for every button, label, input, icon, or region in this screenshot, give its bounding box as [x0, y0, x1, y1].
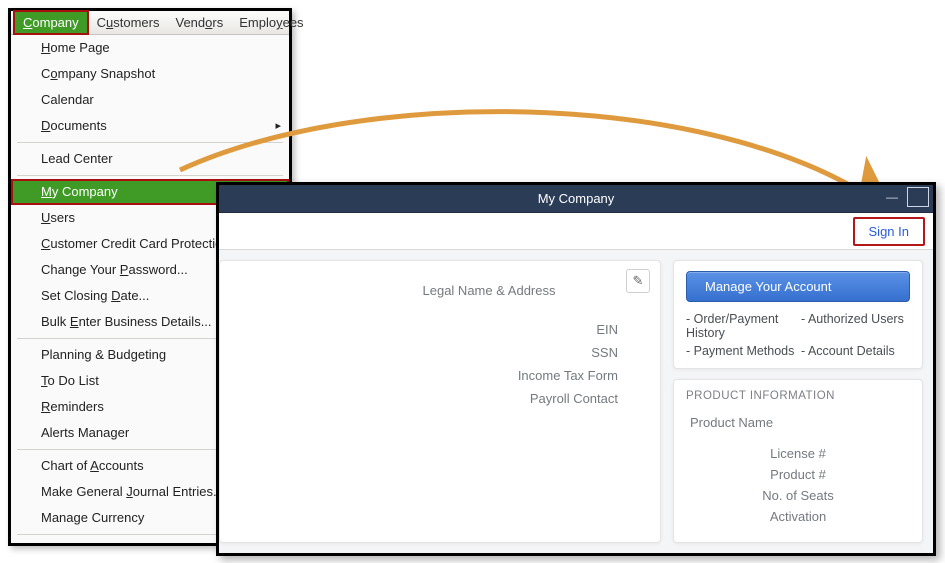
product-name-label: Product Name — [686, 412, 910, 433]
menu-vendors[interactable]: Vendors — [168, 12, 232, 33]
menu-company[interactable]: Company — [13, 10, 89, 35]
sign-in-button[interactable]: Sign In — [853, 217, 925, 246]
edit-icon[interactable]: ✎ — [626, 269, 650, 293]
manage-account-card: Manage Your Account Order/Payment Histor… — [673, 260, 923, 369]
company-details-panel: ✎ Legal Name & Address EIN SSN Income Tax … — [219, 260, 661, 543]
manage-your-account-button[interactable]: Manage Your Account — [686, 271, 910, 302]
toolbar: Sign In — [219, 213, 933, 250]
account-link-payment-methods[interactable]: Payment Methods — [686, 344, 795, 358]
field-label-ssn: SSN — [340, 345, 638, 360]
field-label-ein: EIN — [340, 322, 638, 337]
menu-customers[interactable]: Customers — [89, 12, 168, 33]
menu-item-lead-center[interactable]: Lead Center — [11, 146, 289, 172]
menu-employees[interactable]: Employees — [231, 12, 311, 33]
product-info-product-: Product # — [686, 464, 910, 485]
menu-separator — [17, 142, 283, 143]
menu-item-documents[interactable]: Documents — [11, 113, 289, 139]
product-info-no-of-seats: No. of Seats — [686, 485, 910, 506]
menubar: CompanyCustomersVendorsEmployees — [11, 11, 289, 35]
menu-separator — [17, 175, 283, 176]
product-info-activation: Activation — [686, 506, 910, 527]
minimize-button[interactable]: — — [881, 187, 903, 207]
account-links: Order/Payment HistoryAuthorized Users Pay… — [686, 312, 910, 358]
account-link-order-payment-history[interactable]: Order/Payment History — [686, 312, 795, 340]
field-label-payroll-contact: Payroll Contact — [340, 391, 638, 406]
product-info-license-: License # — [686, 443, 910, 464]
product-info-card: PRODUCT INFORMATION Product Name License… — [673, 379, 923, 543]
menu-item-calendar[interactable]: Calendar — [11, 87, 289, 113]
product-info-heading: PRODUCT INFORMATION — [686, 390, 910, 402]
window-title: My Company — [538, 191, 615, 206]
menu-item-home-page[interactable]: Home Page — [11, 35, 289, 61]
window-controls: — — [881, 187, 929, 207]
right-column: Manage Your Account Order/Payment Histor… — [673, 260, 923, 543]
window-body: ✎ Legal Name & Address EIN SSN Income Tax … — [219, 250, 933, 553]
account-link-authorized-users[interactable]: Authorized Users — [801, 312, 910, 340]
field-label-income-tax-form: Income Tax Form — [340, 368, 638, 383]
my-company-window: My Company — Sign In ✎ Legal Name & Addr… — [216, 182, 936, 556]
legal-name-heading: Legal Name & Address — [340, 283, 638, 298]
menu-item-company-snapshot[interactable]: Company Snapshot — [11, 61, 289, 87]
account-link-account-details[interactable]: Account Details — [801, 344, 910, 358]
maximize-button[interactable] — [907, 187, 929, 207]
titlebar: My Company — — [219, 185, 933, 213]
